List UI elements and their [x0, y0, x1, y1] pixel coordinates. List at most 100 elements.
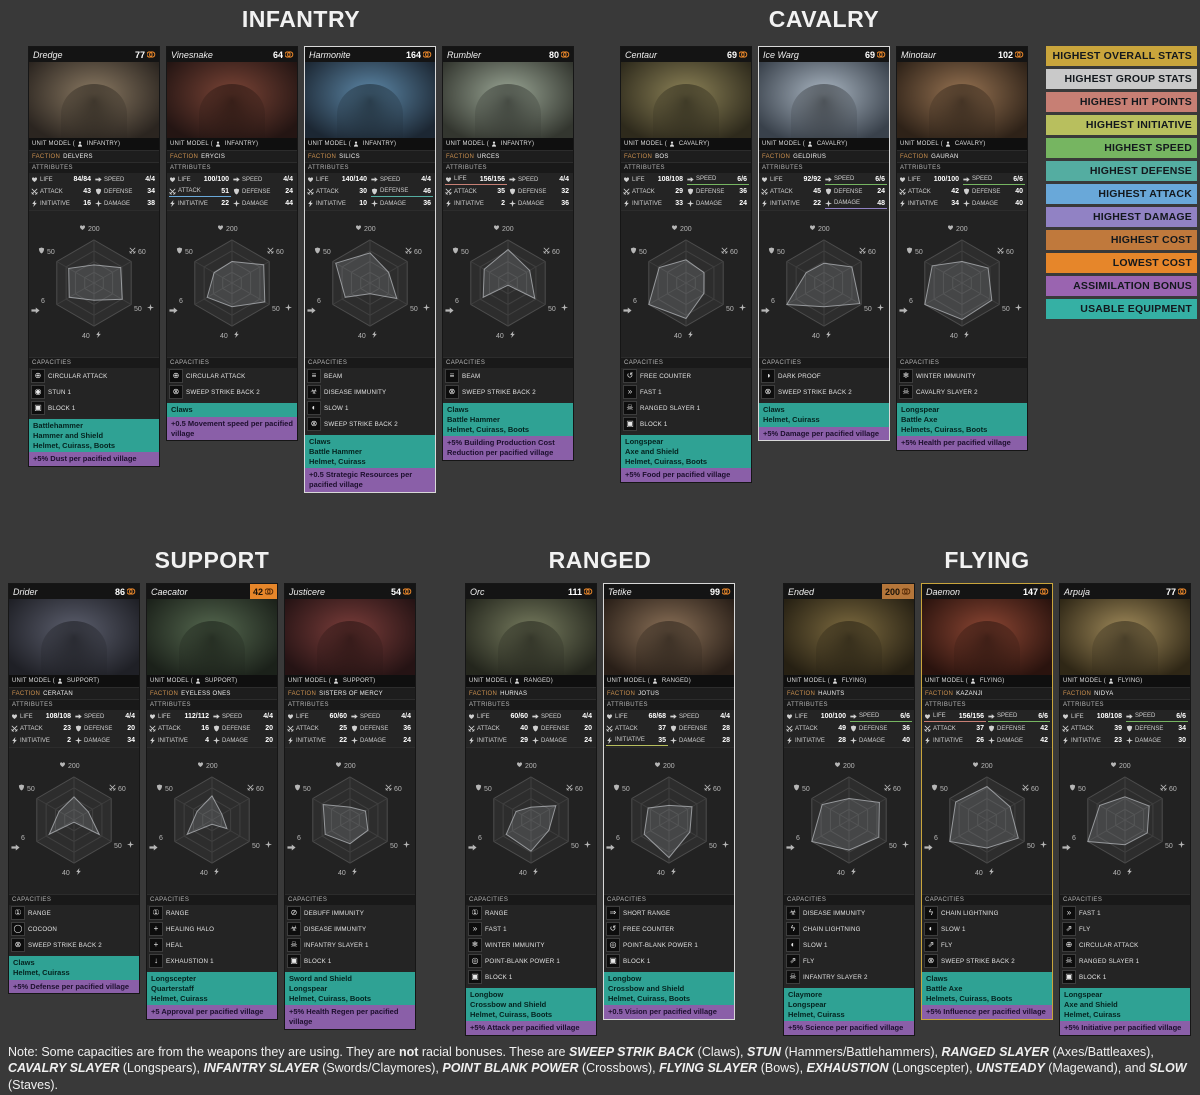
unit-model-row: UNIT MODEL ( RANGED) [604, 675, 734, 687]
unit-card-drider: Drider 86 UNIT MODEL ( SUPPORT) FACTION … [8, 583, 140, 995]
attr-initiative-label: INITIATIVE [454, 200, 484, 207]
legend-highest-damage: HIGHEST DAMAGE [1046, 207, 1197, 227]
burst-icon [1178, 841, 1185, 848]
radar-axis-max: 60 [575, 786, 583, 793]
arrow-icon [1062, 844, 1071, 851]
radar-axis-max: 40 [812, 333, 820, 340]
exhaustion-icon: ↓ [149, 954, 163, 968]
cost-icon [902, 588, 911, 595]
attr-speed-label: SPEED [541, 713, 562, 720]
capacity-block-1: ▣ BLOCK 1 [604, 953, 734, 969]
beam-icon: ≡ [307, 369, 321, 383]
faction-row: FACTION GELDIRUS [759, 150, 889, 162]
capacity-block-1: ▣ BLOCK 1 [1060, 969, 1190, 985]
group-ranged: Orc 111 UNIT MODEL ( RANGED) FACTION HUR… [465, 583, 735, 1036]
attr-damage: DAMAGE 42 [988, 735, 1050, 746]
unit-cost-value: 86 [114, 586, 125, 597]
unit-cost-value: 164 [405, 49, 421, 60]
life-icon [1062, 714, 1069, 720]
unit-portrait [784, 599, 914, 675]
attr-defense: DEFENSE 42 [988, 723, 1050, 734]
radar-axis-max: 200 [956, 226, 968, 233]
radar-axis-max: 50 [185, 249, 193, 256]
attr-initiative-label: INITIATIVE [316, 200, 346, 207]
radar-axis-max: 6 [159, 835, 163, 842]
attr-speed: SPEED 4/4 [233, 174, 295, 185]
attr-initiative-label: INITIATIVE [615, 737, 645, 743]
capacity-label: RANGED SLAYER 1 [640, 404, 701, 412]
radar-axis-max: 60 [118, 786, 126, 793]
attr-defense-value: 46 [423, 187, 431, 195]
attr-damage-value: 24 [403, 737, 411, 744]
unit-header: Dredge 77 [29, 47, 159, 62]
unit-cost-value: 64 [272, 49, 283, 60]
radar-axis-max: 50 [114, 843, 122, 850]
radar-chart: 200 60 50 40 6 50 [623, 225, 746, 340]
radar-axis-max: 50 [272, 306, 280, 313]
radar-axis-max: 200 [525, 763, 537, 770]
capacity-label: FREE COUNTER [623, 925, 675, 933]
initiative-icon [150, 737, 155, 744]
equipment-line: Helmet, Cuirass [1064, 1009, 1121, 1019]
radar-axis-max: 50 [1002, 306, 1010, 313]
unit-model-row: UNIT MODEL ( CAVALRY) [897, 138, 1027, 150]
capacities-list: ⊕ CIRCULAR ATTACK ⊗ SWEEP STRIKE BACK 2 [167, 368, 297, 401]
attr-defense: DEFENSE 34 [95, 186, 157, 197]
radar-axis-max: 40 [1113, 870, 1121, 877]
attr-speed-label: SPEED [696, 176, 717, 182]
attr-attack-value: 29 [675, 188, 683, 195]
circular-attack-icon: ⊕ [1062, 938, 1076, 952]
heart-icon [972, 762, 979, 768]
capacities-list: ≡ BEAM ☣ DISEASE IMMUNITY ◐ SLOW 1 ⊗ SWE… [305, 368, 435, 433]
radar-axis-max: 200 [818, 226, 830, 233]
attr-speed: SPEED 4/4 [75, 711, 137, 722]
attr-defense-value: 36 [403, 725, 411, 732]
note-text: (Claws), [694, 1045, 747, 1059]
attr-defense: DEFENSE 28 [670, 723, 732, 734]
attr-attack-label: ATTACK [615, 725, 638, 732]
heart-icon [335, 762, 342, 768]
attr-damage: DAMAGE 24 [351, 735, 413, 746]
speed-icon [351, 714, 358, 719]
attr-speed-value: 4/4 [125, 713, 135, 720]
radar-chart: 200 60 50 40 6 50 [287, 762, 410, 877]
equipment-line: Helmet, Cuirass [151, 993, 208, 1003]
damage-icon [213, 737, 220, 744]
equipment-line: Longspear [1064, 990, 1103, 999]
capacity-fast-1: » FAST 1 [1060, 905, 1190, 921]
note-text: FLYING SLAYER [659, 1061, 758, 1076]
unit-header: Centaur 69 [621, 47, 751, 62]
attr-speed-value: 4/4 [145, 176, 155, 183]
group-title-flying: FLYING [944, 547, 1030, 573]
cost-icon [722, 588, 731, 595]
attr-speed-value: 4/4 [283, 176, 293, 183]
arrow-icon [899, 307, 908, 314]
attr-damage: DAMAGE 40 [850, 735, 912, 746]
sweep-strike-back-icon: ⊗ [169, 385, 183, 399]
life-icon [445, 176, 452, 182]
capacities-list: ❄ WINTER IMMUNITY ☠ CAVALRY SLAYER 2 [897, 368, 1027, 401]
block-icon: ▣ [606, 954, 620, 968]
capacity-label: BLOCK 1 [304, 957, 332, 965]
unit-portrait [466, 599, 596, 675]
equipment-line: Longbow [470, 990, 504, 999]
cost-icon [127, 588, 136, 595]
attack-icon [307, 188, 314, 195]
life-icon [11, 714, 18, 720]
circular-attack-icon: ⊕ [31, 369, 45, 383]
attributes-header: ATTRIBUTES [29, 162, 159, 173]
unit-name: Ice Warg [763, 49, 799, 60]
attr-attack: ATTACK 42 [899, 186, 961, 197]
attr-damage: DAMAGE 28 [670, 735, 732, 746]
portrait-figure [61, 84, 127, 138]
capacity-label: SLOW 1 [941, 925, 966, 933]
assimilation-bonus: +5% Dust per pacified village [29, 452, 159, 466]
heart-icon [947, 225, 954, 231]
attr-attack: ATTACK 23 [11, 723, 73, 734]
unit-cost: 42 [249, 584, 277, 599]
equipment-line: Longspear [289, 983, 328, 993]
attr-damage-label: DAMAGE [518, 200, 545, 207]
attr-life-label: LIFE [158, 713, 171, 720]
faction-name: HURNAS [500, 690, 528, 697]
attr-speed-value: 4/4 [401, 713, 411, 720]
